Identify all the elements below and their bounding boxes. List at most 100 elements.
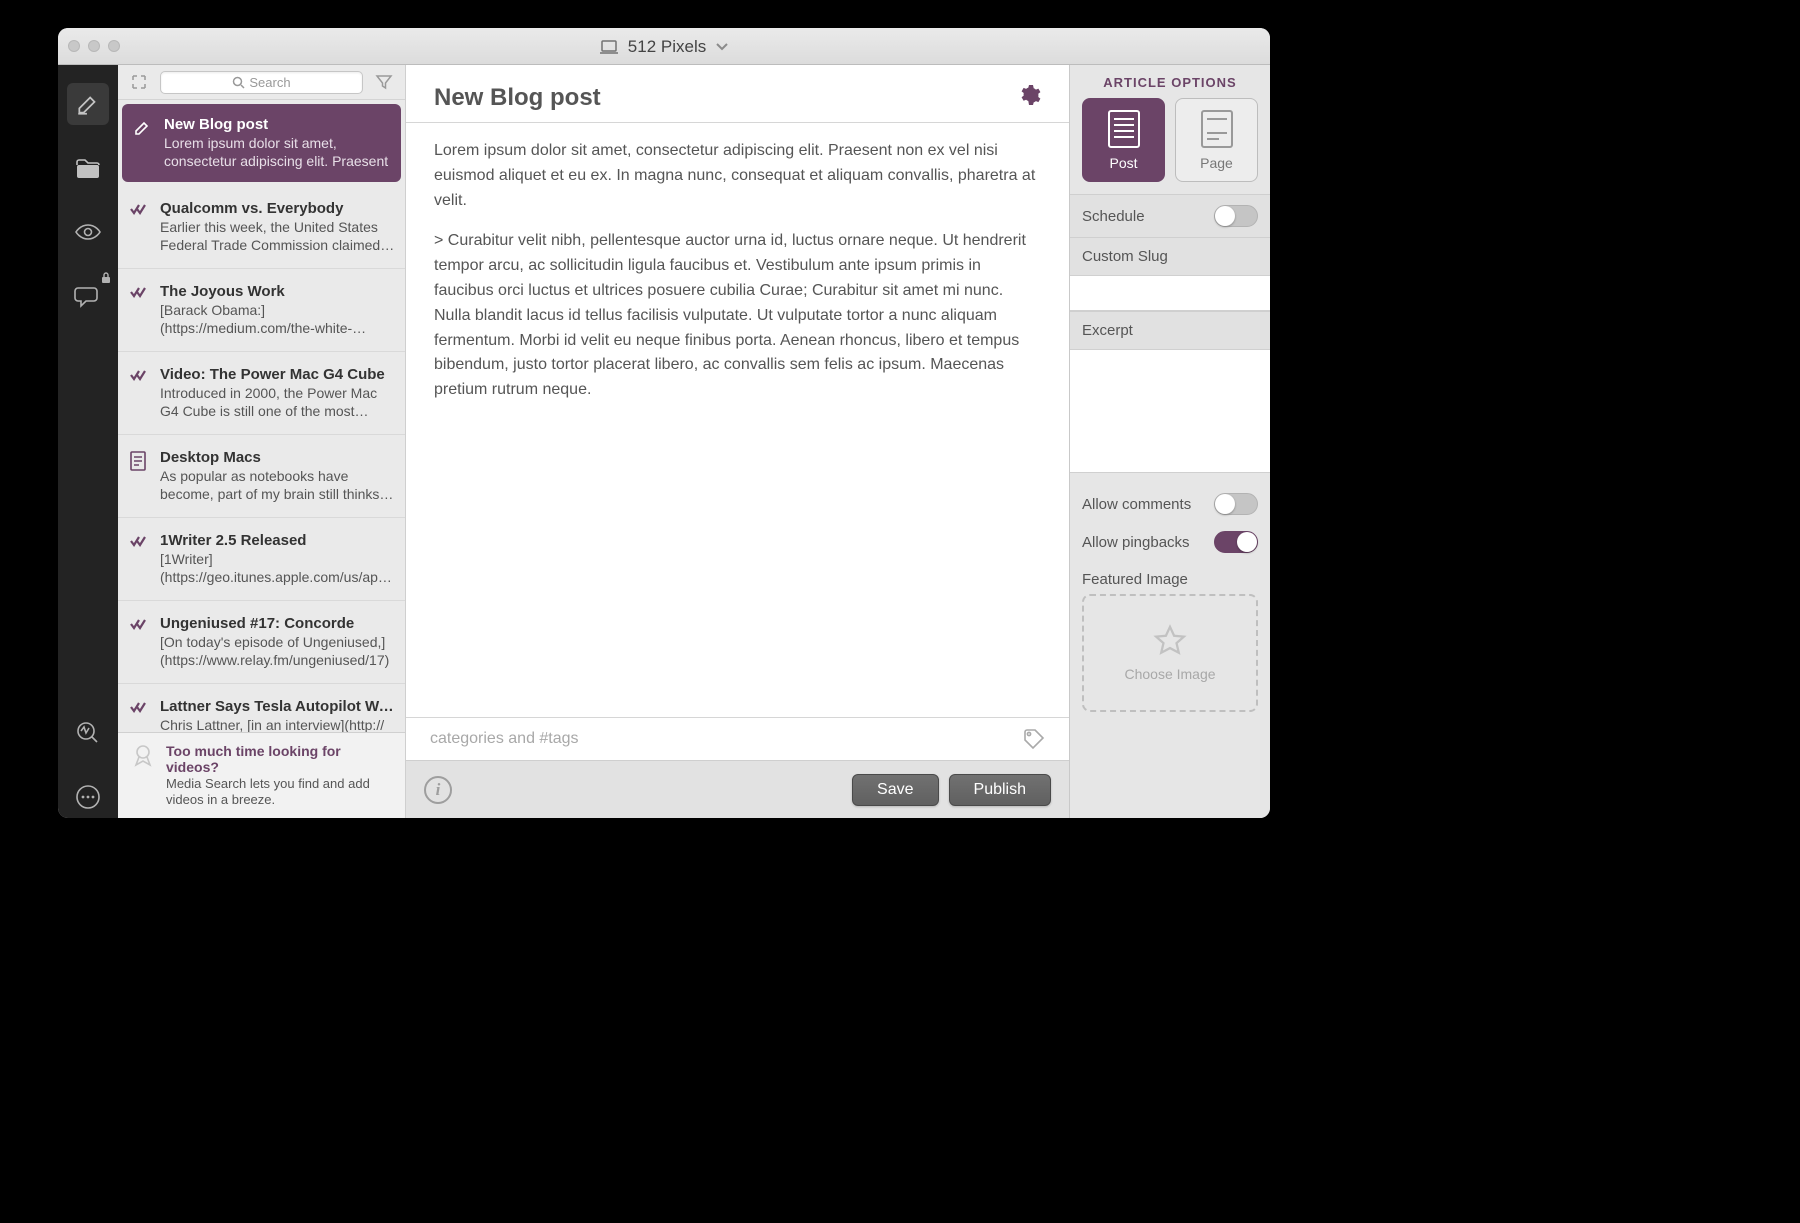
search-placeholder: Search: [249, 75, 290, 90]
activity-icon: [75, 720, 101, 746]
allow-pingbacks-label: Allow pingbacks: [1082, 534, 1214, 551]
expand-sidebar-icon[interactable]: [126, 69, 152, 95]
type-post-button[interactable]: Post: [1082, 98, 1165, 182]
post-title: Qualcomm vs. Everybody: [160, 200, 395, 217]
type-page-button[interactable]: Page: [1175, 98, 1258, 182]
rail-preview[interactable]: [67, 211, 109, 253]
options-column: ARTICLE OPTIONS Post Page Schedule Custo…: [1070, 65, 1270, 818]
page-icon: [130, 451, 146, 471]
search-input[interactable]: Search: [160, 71, 363, 94]
post-item[interactable]: The Joyous Work [Barack Obama:](https://…: [118, 269, 405, 352]
editor-paragraph: > Curabitur velit nibh, pellentesque auc…: [434, 229, 1041, 403]
editor-paragraph: Lorem ipsum dolor sit amet, consectetur …: [434, 139, 1041, 213]
promo-text: Media Search lets you find and add video…: [166, 776, 393, 809]
tag-icon[interactable]: [1023, 728, 1045, 750]
post-item[interactable]: 1Writer 2.5 Released [1Writer](https://g…: [118, 518, 405, 601]
zoom-dot[interactable]: [108, 40, 120, 52]
allow-comments-toggle[interactable]: [1214, 493, 1258, 515]
close-dot[interactable]: [68, 40, 80, 52]
post-title: Video: The Power Mac G4 Cube: [160, 366, 395, 383]
editor-title[interactable]: New Blog post: [434, 84, 1017, 112]
options-header: ARTICLE OPTIONS: [1070, 65, 1270, 98]
check-icon: [129, 700, 147, 714]
post-excerpt: [1Writer](https://geo.itunes.apple.com/u…: [160, 551, 395, 586]
title-center: 512 Pixels: [58, 28, 1270, 65]
rail-folder[interactable]: [67, 147, 109, 189]
post-title: New Blog post: [164, 116, 393, 133]
check-icon: [129, 368, 147, 382]
filter-icon[interactable]: [371, 69, 397, 95]
post-title: Lattner Says Tesla Autopilot Was 'Irr...: [160, 698, 395, 715]
settings-button[interactable]: [1017, 83, 1041, 112]
check-icon: [129, 534, 147, 548]
rail-activity[interactable]: [67, 712, 109, 754]
schedule-label: Schedule: [1082, 208, 1214, 225]
post-excerpt: As popular as notebooks have become, par…: [160, 468, 395, 503]
eye-icon: [74, 222, 102, 242]
post-item[interactable]: Video: The Power Mac G4 Cube Introduced …: [118, 352, 405, 435]
promo-banner[interactable]: Too much time looking for videos? Media …: [118, 732, 405, 819]
editor-body[interactable]: Lorem ipsum dolor sit amet, consectetur …: [406, 123, 1069, 717]
site-title[interactable]: 512 Pixels: [628, 37, 706, 57]
excerpt-input[interactable]: [1070, 349, 1270, 473]
check-icon: [129, 285, 147, 299]
publish-button[interactable]: Publish: [949, 774, 1051, 806]
post-item[interactable]: New Blog post Lorem ipsum dolor sit amet…: [122, 104, 401, 182]
featured-image-label: Featured Image: [1070, 561, 1270, 594]
post-list[interactable]: New Blog post Lorem ipsum dolor sit amet…: [118, 100, 405, 732]
comments-icon: [74, 284, 102, 308]
schedule-toggle[interactable]: [1214, 205, 1258, 227]
post-item[interactable]: Ungeniused #17: Concorde [On today's epi…: [118, 601, 405, 684]
traffic-lights: [68, 40, 120, 52]
editor-footer: i Save Publish: [406, 760, 1069, 818]
tags-row: categories and #tags: [406, 717, 1069, 760]
post-excerpt: [Barack Obama:](https://medium.com/the-w…: [160, 302, 395, 337]
custom-slug-label: Custom Slug: [1082, 248, 1258, 265]
gear-icon: [1017, 83, 1041, 107]
compose-icon: [75, 91, 101, 117]
post-icon: [1107, 109, 1141, 149]
check-icon: [129, 617, 147, 631]
post-excerpt: [On today's episode of Ungeniused,](http…: [160, 634, 395, 669]
allow-comments-label: Allow comments: [1082, 496, 1214, 513]
search-icon: [232, 76, 245, 89]
schedule-row: Schedule: [1070, 194, 1270, 237]
more-icon: [75, 784, 101, 810]
post-excerpt: Chris Lattner, [in an interview](http://: [160, 717, 395, 732]
rail-comments[interactable]: [67, 275, 109, 317]
custom-slug-row: Custom Slug: [1070, 237, 1270, 275]
type-page-label: Page: [1200, 155, 1233, 171]
left-rail: [58, 65, 118, 818]
post-excerpt: Lorem ipsum dolor sit amet, consectetur …: [164, 135, 393, 170]
excerpt-label: Excerpt: [1082, 322, 1258, 339]
promo-title: Too much time looking for videos?: [166, 743, 393, 775]
app-window: 512 Pixels: [58, 28, 1270, 818]
info-button[interactable]: i: [424, 776, 452, 804]
chevron-down-icon[interactable]: [716, 43, 728, 51]
device-icon: [600, 40, 618, 54]
list-toolbar: Search: [118, 65, 405, 100]
post-item[interactable]: Qualcomm vs. Everybody Earlier this week…: [118, 186, 405, 269]
post-item[interactable]: Desktop Macs As popular as notebooks hav…: [118, 435, 405, 518]
post-excerpt: Earlier this week, the United States Fed…: [160, 219, 395, 254]
rail-more[interactable]: [67, 776, 109, 818]
star-icon: [1153, 624, 1187, 658]
allow-comments-row: Allow comments: [1070, 485, 1270, 523]
page-icon: [1200, 109, 1234, 149]
choose-image-label: Choose Image: [1124, 666, 1215, 682]
check-icon: [129, 202, 147, 216]
titlebar: 512 Pixels: [58, 28, 1270, 65]
save-button[interactable]: Save: [852, 774, 938, 806]
featured-image-drop[interactable]: Choose Image: [1082, 594, 1258, 712]
post-list-column: Search New Blog post Lorem ipsum dolor s…: [118, 65, 406, 818]
editor-column: New Blog post Lorem ipsum dolor sit amet…: [406, 65, 1070, 818]
post-title: Desktop Macs: [160, 449, 395, 466]
custom-slug-input[interactable]: [1070, 275, 1270, 311]
minimize-dot[interactable]: [88, 40, 100, 52]
rail-compose[interactable]: [67, 83, 109, 125]
post-item[interactable]: Lattner Says Tesla Autopilot Was 'Irr...…: [118, 684, 405, 732]
allow-pingbacks-toggle[interactable]: [1214, 531, 1258, 553]
ribbon-icon: [130, 743, 156, 769]
tags-input[interactable]: categories and #tags: [430, 730, 1023, 748]
post-title: Ungeniused #17: Concorde: [160, 615, 395, 632]
